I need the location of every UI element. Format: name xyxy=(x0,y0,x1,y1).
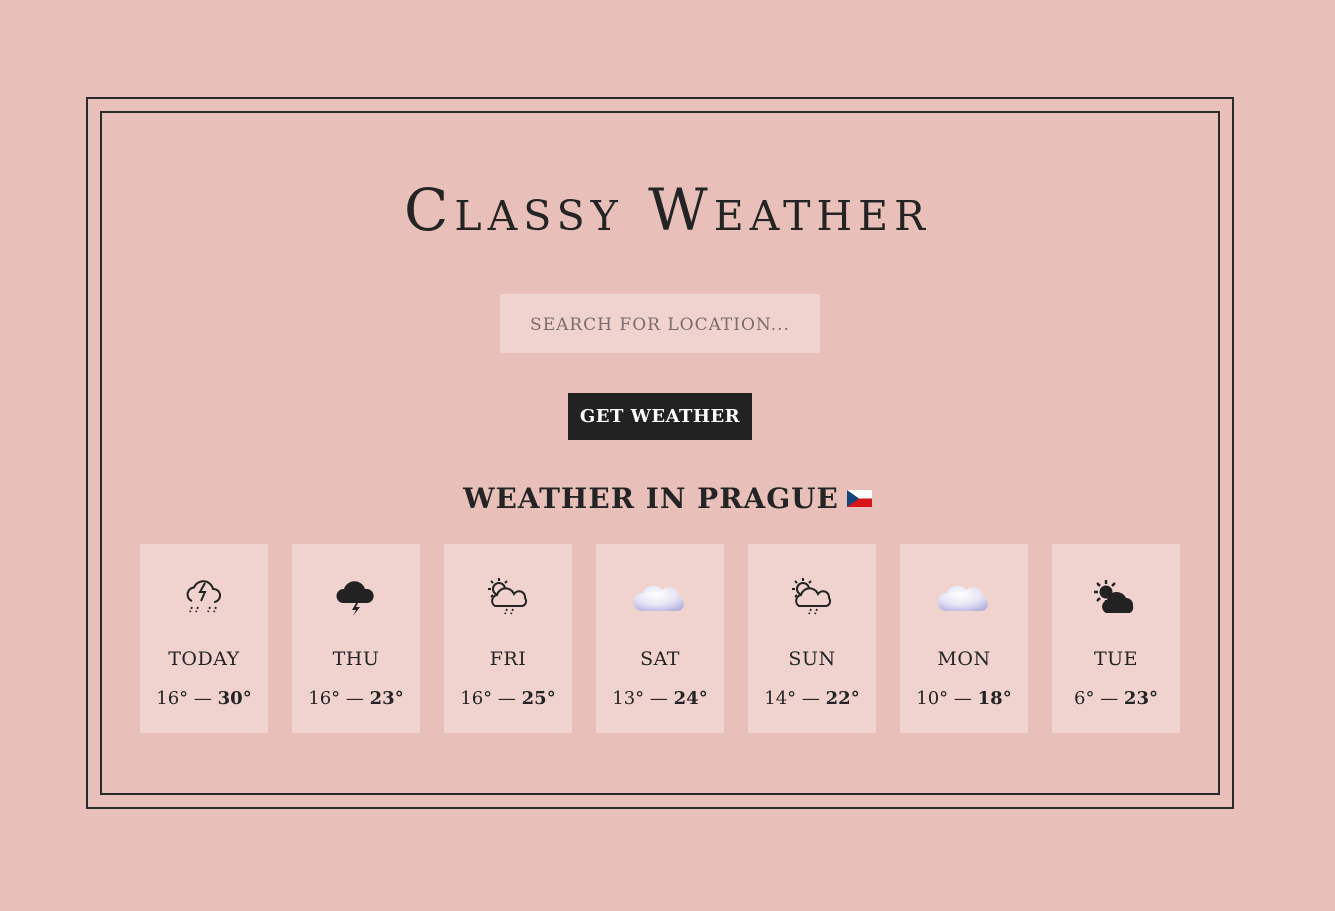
temp-separator: — xyxy=(345,688,364,709)
day-temps: 16° — 23° xyxy=(292,688,420,709)
temp-max: 30° xyxy=(217,688,252,709)
temp-separator: — xyxy=(801,688,820,709)
day-name: Sun xyxy=(788,648,836,670)
temp-separator: — xyxy=(193,688,212,709)
thunder-cloud-icon xyxy=(292,572,420,622)
temp-min: 16° xyxy=(308,688,341,709)
temp-separator: — xyxy=(649,688,668,709)
temp-separator: — xyxy=(1100,688,1119,709)
day-name: Tue xyxy=(1093,648,1139,670)
temp-min: 16° xyxy=(156,688,189,709)
temp-max: 25° xyxy=(521,688,556,709)
day-temps: 10° — 18° xyxy=(900,688,1028,709)
cloud-icon xyxy=(596,572,724,622)
sun-cloud-rain-icon xyxy=(444,572,572,622)
location-heading-text: Weather in Prague xyxy=(463,482,839,515)
temp-separator: — xyxy=(497,688,516,709)
temp-min: 13° xyxy=(612,688,645,709)
day-card-mon: Mon 10° — 18° xyxy=(900,544,1028,733)
temp-max: 23° xyxy=(369,688,404,709)
thunderstorm-rain-icon xyxy=(140,572,268,622)
temp-separator: — xyxy=(953,688,972,709)
day-card-thu: Thu 16° — 23° xyxy=(292,544,420,733)
app-title: Classy Weather xyxy=(404,176,931,244)
day-temps: 16° — 30° xyxy=(140,688,268,709)
temp-min: 16° xyxy=(460,688,493,709)
temp-min: 10° xyxy=(916,688,949,709)
location-heading: Weather in Prague xyxy=(0,476,1335,522)
temp-max: 22° xyxy=(825,688,860,709)
day-name: Thu xyxy=(332,648,380,670)
forecast-list: Today 16° — 30° Thu 16° — 23° Fri 16° — … xyxy=(140,544,1180,733)
day-card-sat: Sat 13° — 24° xyxy=(596,544,724,733)
day-name: Mon xyxy=(937,648,991,670)
day-temps: 14° — 22° xyxy=(748,688,876,709)
temp-max: 24° xyxy=(673,688,708,709)
day-card-sun: Sun 14° — 22° xyxy=(748,544,876,733)
day-name: Today xyxy=(168,648,240,670)
sun-behind-cloud-icon xyxy=(1052,572,1180,622)
day-name: Fri xyxy=(489,648,527,670)
day-card-today: Today 16° — 30° xyxy=(140,544,268,733)
get-weather-button[interactable]: Get Weather xyxy=(568,393,752,440)
temp-min: 6° xyxy=(1074,688,1095,709)
day-card-fri: Fri 16° — 25° xyxy=(444,544,572,733)
search-input[interactable] xyxy=(500,294,820,353)
day-card-tue: Tue 6° — 23° xyxy=(1052,544,1180,733)
cloud-icon xyxy=(900,572,1028,622)
temp-min: 14° xyxy=(764,688,797,709)
day-temps: 13° — 24° xyxy=(596,688,724,709)
day-name: Sat xyxy=(640,648,680,670)
flag-czech-republic-icon xyxy=(846,490,872,507)
sun-cloud-rain-icon xyxy=(748,572,876,622)
temp-max: 23° xyxy=(1123,688,1158,709)
day-temps: 6° — 23° xyxy=(1052,688,1180,709)
temp-max: 18° xyxy=(977,688,1012,709)
day-temps: 16° — 25° xyxy=(444,688,572,709)
